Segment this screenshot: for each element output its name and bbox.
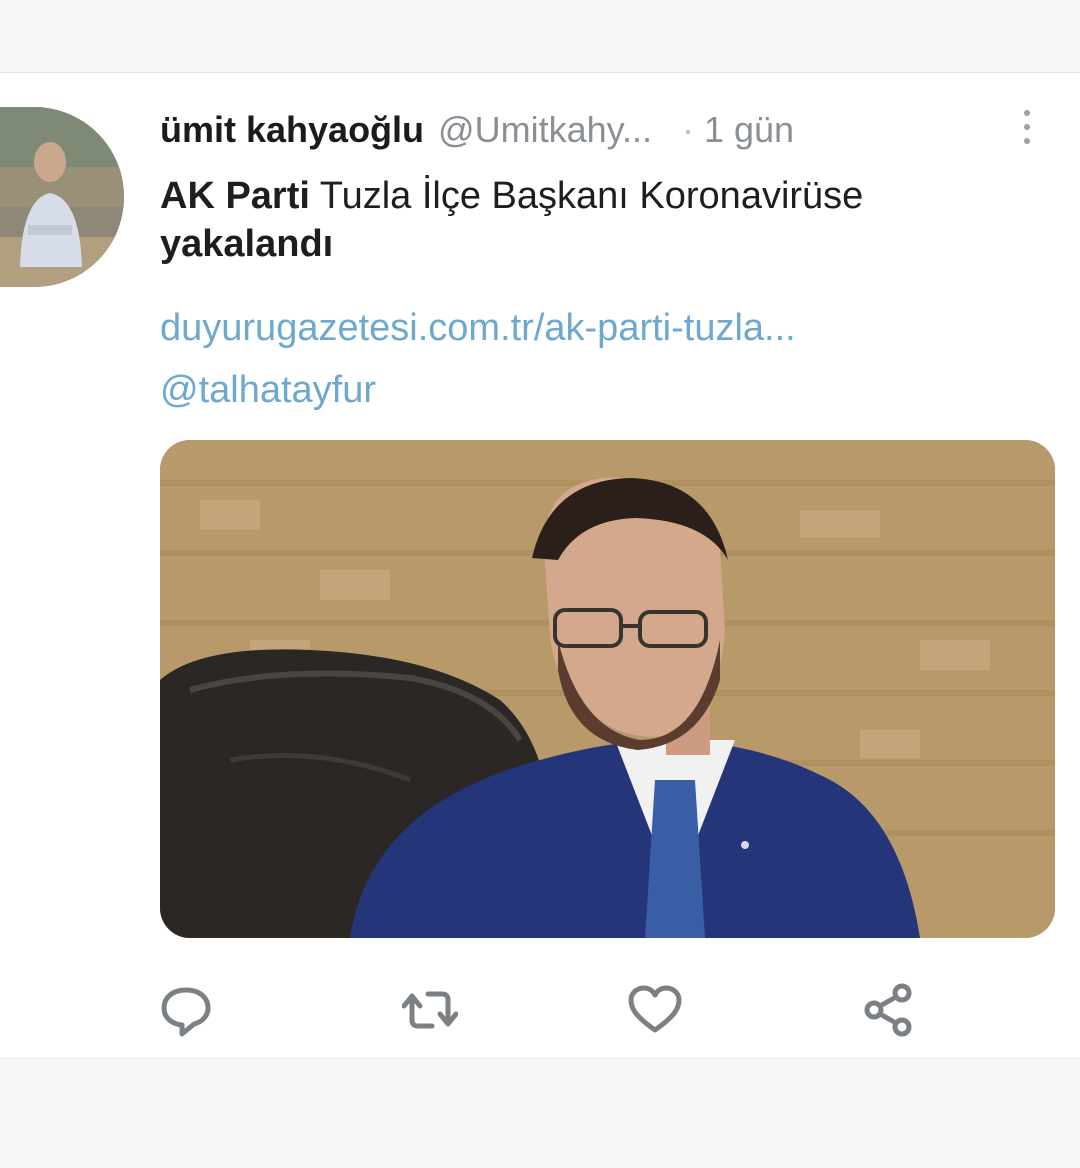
separator: ·	[681, 109, 694, 150]
tweet-photo[interactable]	[160, 440, 1055, 938]
share-icon[interactable]	[862, 982, 918, 1038]
author-name[interactable]: ümit kahyaoğlu	[160, 109, 424, 150]
retweet-icon[interactable]	[401, 982, 459, 1038]
timestamp[interactable]: 1 gün	[704, 109, 794, 150]
reply-icon[interactable]	[158, 982, 214, 1038]
bottom-band	[0, 1058, 1080, 1168]
tweet-text-bold: AK Parti	[160, 175, 310, 217]
tweet-header: ümit kahyaoğlu @Umitkahy... · 1 gün	[160, 108, 794, 152]
tweet-photo-image	[160, 440, 1055, 938]
tweet-text: AK Parti Tuzla İlçe Başkanı Koronavirüse…	[160, 172, 1060, 268]
more-vertical-icon[interactable]	[1022, 110, 1032, 150]
tweet-text-line-1: AK Parti Tuzla İlçe Başkanı Koronavirüse	[160, 172, 1060, 220]
heart-icon[interactable]	[627, 982, 683, 1038]
tweet-link[interactable]: duyurugazetesi.com.tr/ak-parti-tuzla...	[160, 306, 796, 350]
author-handle[interactable]: @Umitkahy...	[438, 109, 652, 150]
tweet-text-rest: Tuzla İlçe Başkanı Koronavirüse	[309, 175, 864, 217]
tweet-text-line-2: yakalandı	[160, 223, 334, 265]
top-band	[0, 0, 1080, 73]
mention-link[interactable]: @talhatayfur	[160, 368, 376, 412]
